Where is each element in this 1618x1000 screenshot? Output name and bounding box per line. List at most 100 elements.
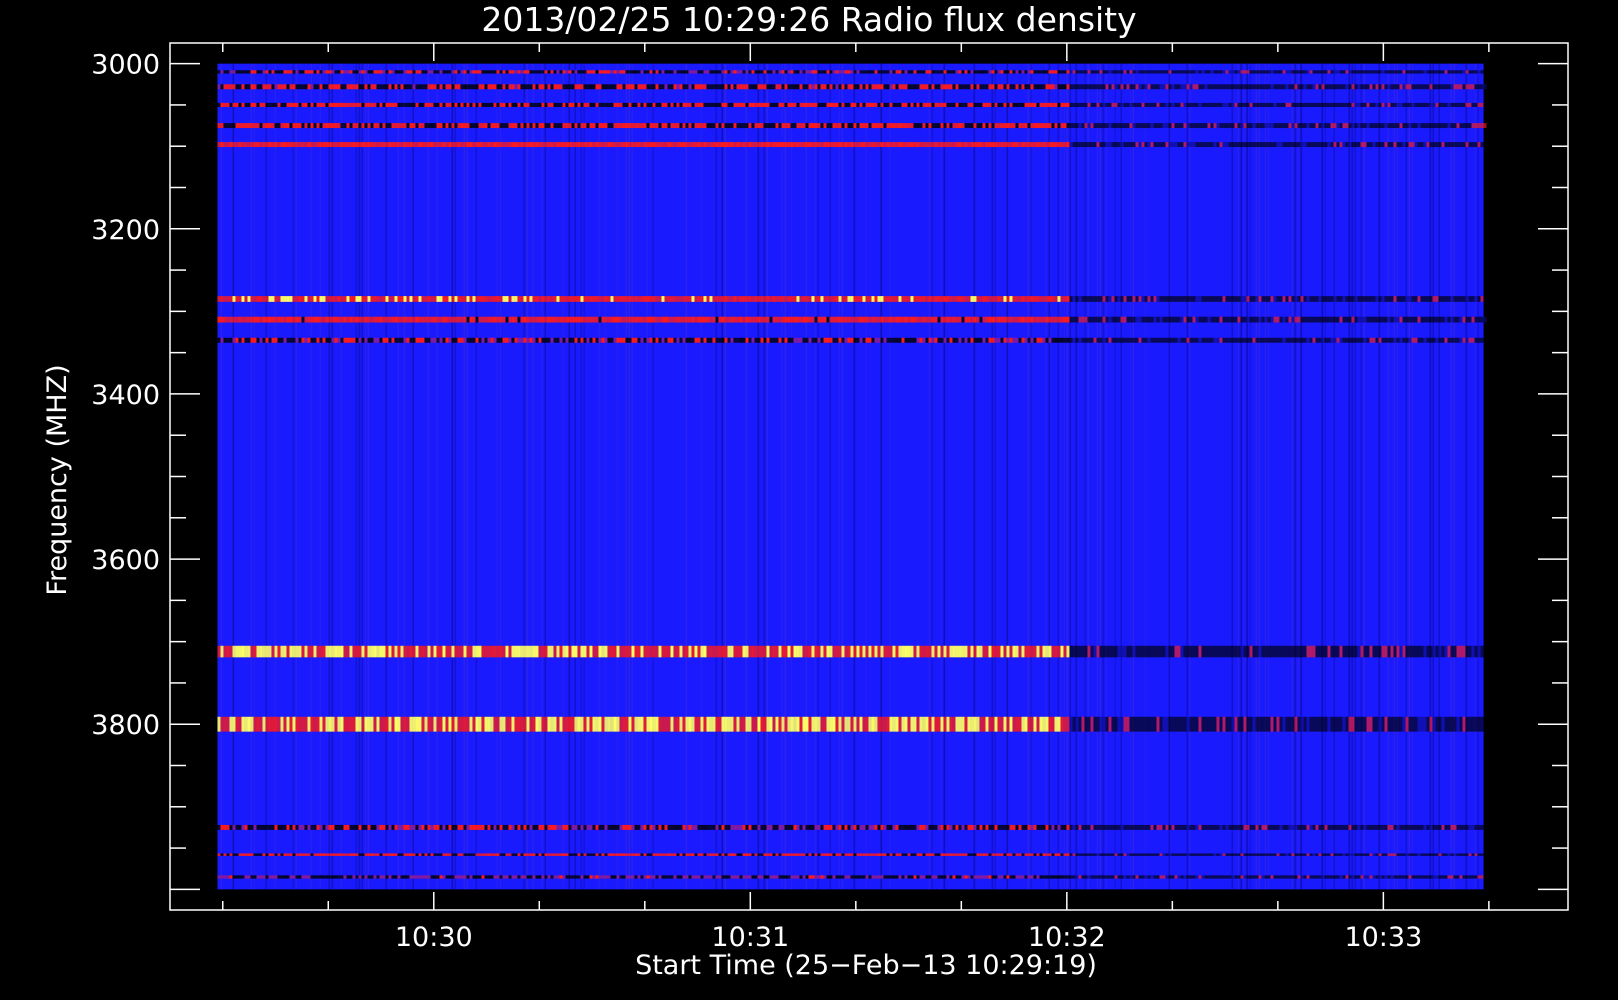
heatmap-band-cell <box>433 102 437 107</box>
heatmap-band-cell <box>1057 296 1061 302</box>
heatmap-band-cell <box>949 337 953 343</box>
heatmap-band-cell <box>1477 84 1481 90</box>
heatmap-band-cell <box>757 123 761 129</box>
heatmap-band-cell <box>550 645 554 658</box>
heatmap-band-cell <box>595 824 599 830</box>
heatmap-streak <box>412 63 415 890</box>
heatmap-band-cell <box>418 716 422 732</box>
heatmap-band-cell <box>325 84 329 90</box>
heatmap-band-cell <box>583 853 587 856</box>
heatmap-band-cell <box>481 645 485 658</box>
heatmap-band-cell <box>871 716 875 732</box>
heatmap-band-cell <box>262 102 266 107</box>
heatmap-band-cell <box>400 70 404 74</box>
heatmap-band-cell <box>1282 102 1286 107</box>
heatmap-band-cell <box>826 716 830 732</box>
heatmap-band-cell <box>1450 716 1454 732</box>
heatmap-band-cell <box>517 102 521 107</box>
heatmap-band-cell <box>490 645 494 658</box>
heatmap-band-cell <box>1120 70 1124 74</box>
heatmap-band-cell <box>1306 337 1310 343</box>
heatmap-band-cell <box>697 645 701 658</box>
heatmap-band-cell <box>595 102 599 107</box>
heatmap-band-cell <box>1093 337 1097 343</box>
heatmap-band-cell <box>1138 645 1142 658</box>
heatmap-band-cell <box>655 70 659 74</box>
heatmap-band-cell <box>802 142 806 148</box>
heatmap-band-cell <box>664 337 668 343</box>
heatmap-band-cell <box>1282 337 1286 343</box>
heatmap-band-cell <box>1447 337 1451 343</box>
heatmap-band-cell <box>694 337 698 343</box>
heatmap-band-cell <box>1237 84 1241 90</box>
heatmap-band-cell <box>1288 716 1292 732</box>
heatmap-band-cell <box>820 84 824 90</box>
heatmap-band-cell <box>1051 296 1055 302</box>
heatmap-band-cell <box>589 645 593 658</box>
heatmap-band-cell <box>1006 70 1010 74</box>
heatmap-band-cell <box>892 716 896 732</box>
heatmap-band-cell <box>886 645 890 658</box>
heatmap-band-cell <box>1165 716 1169 732</box>
heatmap-band-cell <box>715 337 719 343</box>
heatmap-band-cell <box>631 123 635 129</box>
heatmap-band-cell <box>1369 296 1373 302</box>
heatmap-band-cell <box>841 337 845 343</box>
heatmap-band-cell <box>835 337 839 343</box>
heatmap-band-cell <box>1288 296 1292 302</box>
heatmap-streak <box>1477 63 1480 890</box>
heatmap-band-cell <box>1453 102 1457 107</box>
heatmap-band-cell <box>637 716 641 732</box>
heatmap-band-cell <box>781 70 785 74</box>
heatmap-band-cell <box>733 102 737 107</box>
heatmap-band-cell <box>1300 316 1304 323</box>
heatmap-band-cell <box>1126 102 1130 107</box>
heatmap-band-cell <box>607 70 611 74</box>
heatmap-band-cell <box>430 142 434 148</box>
heatmap-band-cell <box>379 337 383 343</box>
heatmap-band-cell <box>925 296 929 302</box>
heatmap-band-cell <box>1309 123 1313 129</box>
heatmap-band-cell <box>1066 824 1070 830</box>
heatmap-band-cell <box>775 337 779 343</box>
heatmap-band-cell <box>1090 102 1094 107</box>
heatmap-band-cell <box>1141 645 1145 658</box>
heatmap-band-cell <box>727 716 731 732</box>
heatmap-band-cell <box>643 142 647 148</box>
heatmap-band-cell <box>1174 123 1178 129</box>
heatmap-band-cell <box>1099 70 1103 74</box>
heatmap-band-cell <box>1258 824 1262 830</box>
heatmap-band-cell <box>1162 716 1166 732</box>
heatmap-band-cell <box>634 296 638 302</box>
heatmap-band-cell <box>295 337 299 343</box>
heatmap-streak <box>781 63 784 890</box>
heatmap-band-cell <box>232 853 236 856</box>
heatmap-band-cell <box>265 123 269 129</box>
heatmap-band-cell <box>1261 70 1265 74</box>
heatmap-band-cell <box>235 316 239 323</box>
heatmap-band-cell <box>1174 316 1178 323</box>
heatmap-band-cell <box>388 716 392 732</box>
heatmap-band-cell <box>907 824 911 830</box>
heatmap-band-cell <box>880 123 884 129</box>
heatmap-band-cell <box>499 337 503 343</box>
heatmap-band-cell <box>1369 337 1373 343</box>
heatmap-band-cell <box>949 123 953 129</box>
heatmap-band-cell <box>1336 316 1340 323</box>
heatmap-streak <box>544 63 547 890</box>
heatmap-streak <box>1438 63 1441 890</box>
heatmap-band-cell <box>1186 645 1190 658</box>
heatmap-band-cell <box>1219 142 1223 148</box>
heatmap-band-cell <box>787 142 791 148</box>
heatmap-band-cell <box>898 316 902 323</box>
heatmap-band-cell <box>1150 645 1154 658</box>
heatmap-band-cell <box>589 84 593 90</box>
heatmap-band-cell <box>535 102 539 107</box>
heatmap-band-cell <box>835 716 839 732</box>
heatmap-band-cell <box>568 296 572 302</box>
heatmap-band-cell <box>1102 142 1106 148</box>
heatmap-band-cell <box>232 84 236 90</box>
heatmap-band-cell <box>448 70 452 74</box>
heatmap-band-cell <box>514 84 518 90</box>
heatmap-band-cell <box>583 84 587 90</box>
